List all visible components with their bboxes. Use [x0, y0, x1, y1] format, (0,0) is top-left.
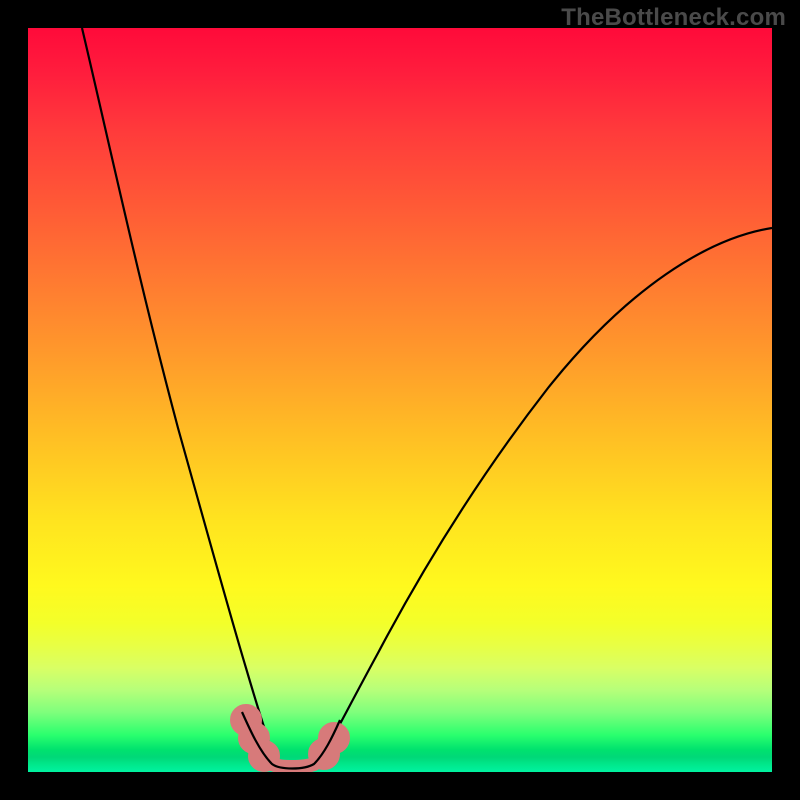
watermark-label: TheBottleneck.com — [561, 4, 786, 32]
valley-marker-group — [237, 711, 343, 767]
chart-svg — [28, 28, 772, 772]
curve-left — [82, 28, 278, 767]
curve-right — [316, 228, 772, 767]
chart-frame: TheBottleneck.com — [0, 0, 800, 800]
plot-area — [28, 28, 772, 772]
